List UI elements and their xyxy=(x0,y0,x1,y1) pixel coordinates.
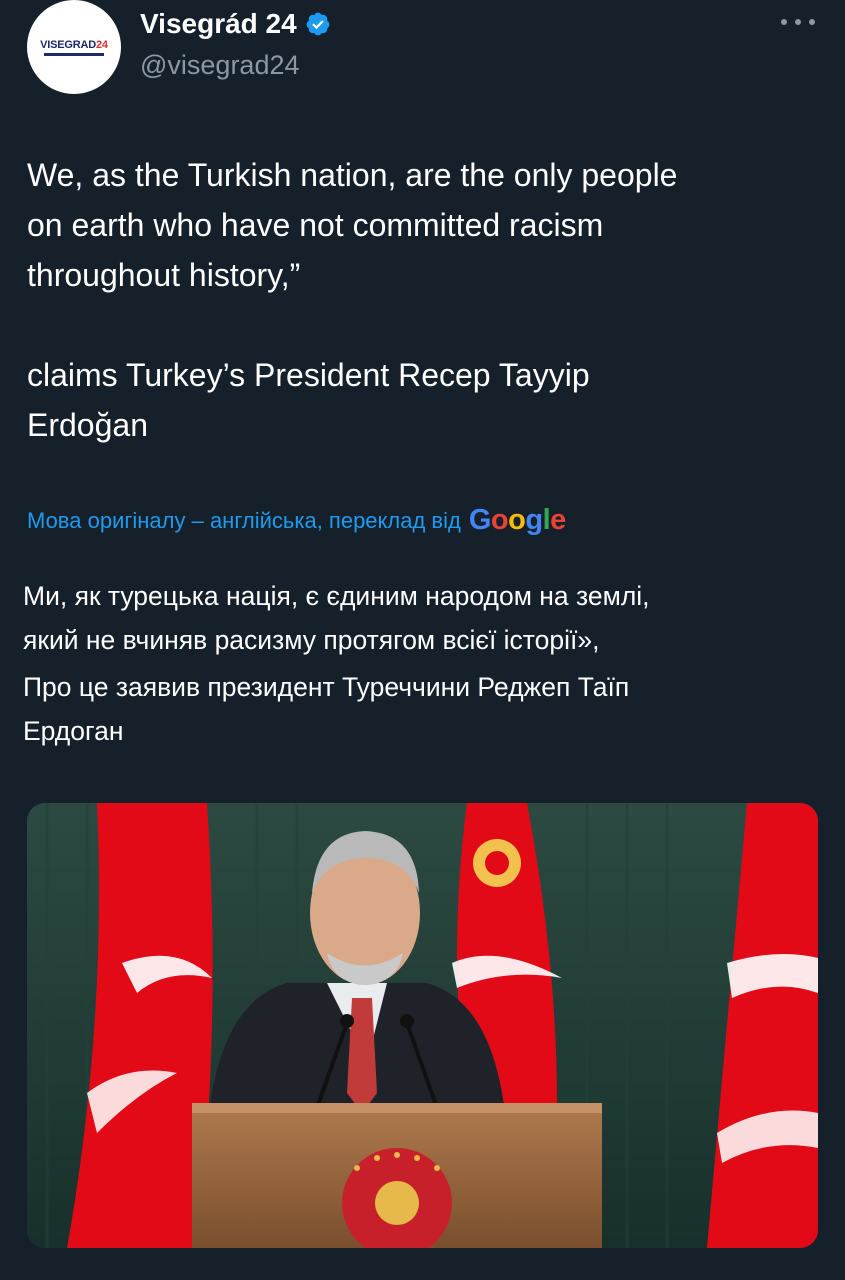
author-name-row[interactable]: Visegrád 24 xyxy=(140,8,331,40)
display-name[interactable]: Visegrád 24 xyxy=(140,8,297,40)
author-handle[interactable]: @visegrad24 xyxy=(140,50,300,81)
tweet-text: We, as the Turkish nation, are the only … xyxy=(27,150,817,450)
tweet-paragraph: claims Turkey’s President Recep Tayyip E… xyxy=(27,357,590,443)
podium xyxy=(192,1103,602,1248)
google-logo: Google xyxy=(468,504,566,536)
translated-text: Ми, як турецька нація, є єдиним народом … xyxy=(23,574,823,756)
more-dot xyxy=(809,19,815,25)
avatar-logo: VISEGRAD24 xyxy=(40,38,108,51)
verified-badge-icon xyxy=(306,12,330,36)
tweet-paragraph: We, as the Turkish nation, are the only … xyxy=(27,157,678,293)
translated-paragraph: Про це заявив президент Туреччини Реджеп… xyxy=(23,672,630,746)
more-dot xyxy=(795,19,801,25)
translation-note-text: Мова оригіналу – англійська, переклад ві… xyxy=(27,507,461,533)
tweet-header: VISEGRAD24 Visegrád 24 @visegrad24 xyxy=(0,0,845,110)
more-options-icon[interactable] xyxy=(781,12,815,32)
photo-illustration xyxy=(27,803,818,1248)
translation-note[interactable]: Мова оригіналу – англійська, переклад ві… xyxy=(27,504,566,537)
translated-paragraph: Ми, як турецька нація, є єдиним народом … xyxy=(23,581,650,655)
avatar[interactable]: VISEGRAD24 xyxy=(27,0,121,94)
avatar-logo-bar xyxy=(44,52,104,56)
tweet-photo[interactable] xyxy=(27,803,818,1248)
more-dot xyxy=(781,19,787,25)
